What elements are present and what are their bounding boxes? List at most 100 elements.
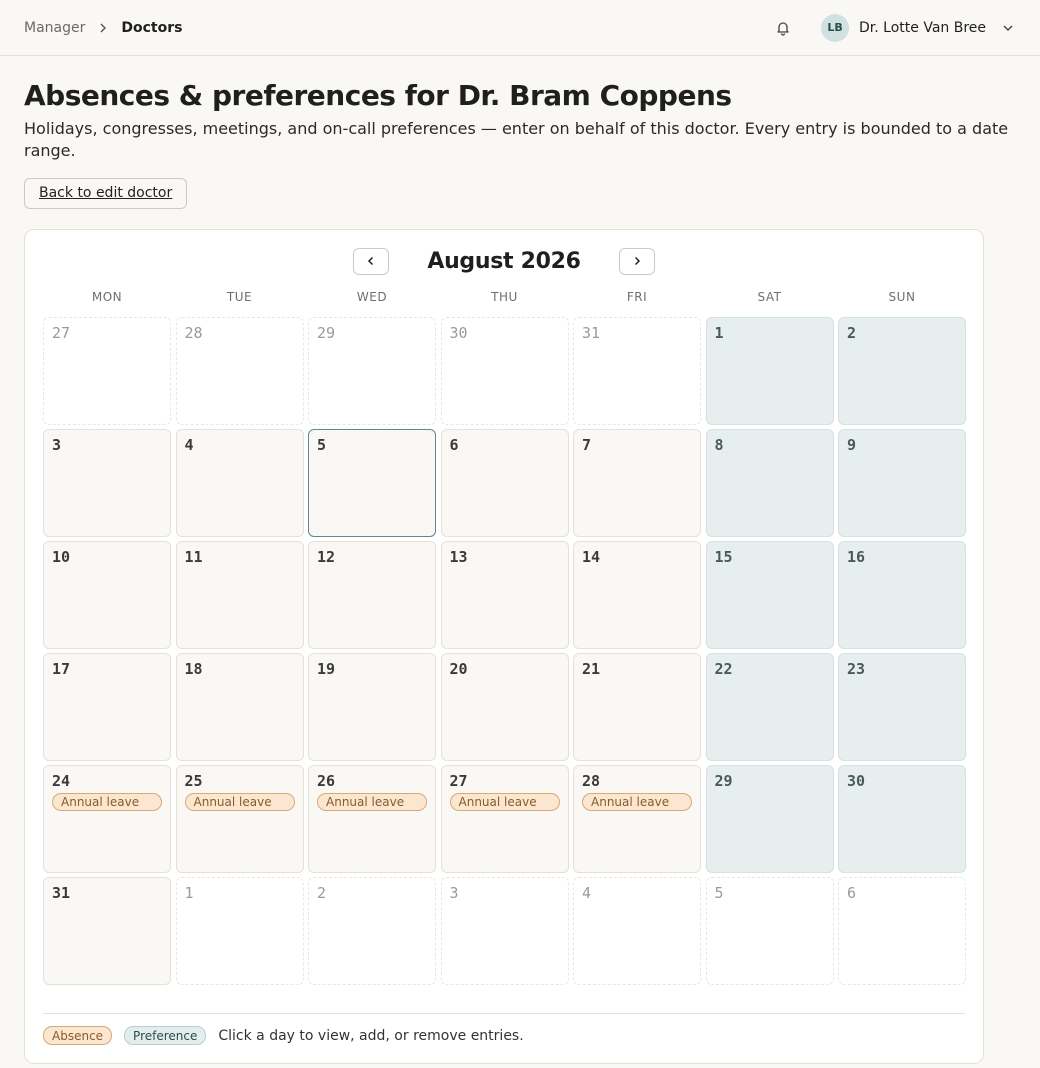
weekday-label: MON xyxy=(91,290,123,304)
calendar-day[interactable]: 28 xyxy=(175,317,304,425)
day-number: 12 xyxy=(317,548,336,566)
calendar-day[interactable]: 28 Annual leave xyxy=(573,765,701,873)
calendar-day[interactable]: 2 xyxy=(838,317,966,425)
chevron-down-icon[interactable] xyxy=(1000,20,1016,36)
legend-hint: Click a day to view, add, or remove entr… xyxy=(218,1027,524,1044)
calendar-day[interactable]: 31 xyxy=(43,877,171,985)
day-number: 1 xyxy=(714,324,724,342)
calendar-day[interactable]: 4 xyxy=(175,429,304,537)
calendar-day[interactable]: 1 xyxy=(705,317,834,425)
calendar-grid: 27 28 29 30 31 1 2 3 4 5 6 7 8 9 10 11 12 13 14 15 16 17 18 19 2… xyxy=(43,317,966,985)
calendar-day[interactable]: 5 xyxy=(705,877,834,985)
weekday-label: SUN xyxy=(888,290,916,304)
absence-entry-chip[interactable]: Annual leave xyxy=(317,793,427,811)
day-number: 31 xyxy=(52,884,71,902)
day-number: 21 xyxy=(582,660,601,678)
calendar-day[interactable]: 30 xyxy=(838,765,966,873)
day-number: 27 xyxy=(449,772,468,790)
top-bar: Manager Doctors LB Dr. Lotte Van Bree xyxy=(0,0,1040,56)
calendar-day[interactable]: 5 xyxy=(308,429,436,537)
day-number: 19 xyxy=(317,660,336,678)
weekday-label: SAT xyxy=(757,290,782,304)
chevron-right-icon xyxy=(97,22,109,34)
page-subtitle: Holidays, congresses, meetings, and on-c… xyxy=(24,119,1009,160)
absence-entry-chip[interactable]: Annual leave xyxy=(449,793,560,811)
day-number: 16 xyxy=(847,548,866,566)
calendar-day[interactable]: 4 xyxy=(573,877,701,985)
calendar-day[interactable]: 31 xyxy=(573,317,701,425)
user-name[interactable]: Dr. Lotte Van Bree xyxy=(859,20,986,36)
back-to-edit-doctor-button[interactable]: Back to edit doctor xyxy=(24,178,188,209)
day-number: 28 xyxy=(184,324,203,342)
calendar-day[interactable]: 6 xyxy=(440,429,569,537)
day-number: 1 xyxy=(184,884,194,902)
breadcrumb-current: Doctors xyxy=(121,19,183,36)
day-number: 10 xyxy=(52,548,71,566)
calendar-day[interactable]: 11 xyxy=(175,541,304,649)
day-number: 27 xyxy=(52,324,71,342)
calendar-day[interactable]: 30 xyxy=(440,317,569,425)
next-month-button[interactable] xyxy=(618,247,655,275)
day-number: 26 xyxy=(317,772,336,790)
day-number: 6 xyxy=(847,884,857,902)
day-number: 13 xyxy=(449,548,468,566)
calendar-day[interactable]: 16 xyxy=(838,541,966,649)
calendar-day[interactable]: 15 xyxy=(705,541,834,649)
absence-entry-chip[interactable]: Annual leave xyxy=(184,793,295,811)
day-number: 8 xyxy=(714,436,724,454)
calendar-day[interactable]: 12 xyxy=(308,541,436,649)
calendar-day[interactable]: 27 xyxy=(43,317,171,425)
chevron-left-icon xyxy=(368,256,374,266)
calendar-day[interactable]: 19 xyxy=(308,653,436,761)
day-number: 2 xyxy=(847,324,857,342)
day-number: 11 xyxy=(184,548,203,566)
weekday-label: WED xyxy=(356,290,388,304)
day-number: 14 xyxy=(582,548,601,566)
day-number: 17 xyxy=(52,660,71,678)
day-number: 31 xyxy=(582,324,601,342)
absence-entry-chip[interactable]: Annual leave xyxy=(582,793,692,811)
calendar-day[interactable]: 1 xyxy=(175,877,304,985)
calendar-day[interactable]: 24 Annual leave xyxy=(43,765,171,873)
legend-absence: Absence xyxy=(43,1026,113,1045)
calendar-day[interactable]: 17 xyxy=(43,653,171,761)
notifications-bell-icon[interactable] xyxy=(767,12,799,44)
calendar-day[interactable]: 29 xyxy=(705,765,834,873)
calendar-day[interactable]: 27 Annual leave xyxy=(440,765,569,873)
day-number: 30 xyxy=(847,772,866,790)
calendar-day[interactable]: 26 Annual leave xyxy=(308,765,436,873)
calendar-day[interactable]: 10 xyxy=(43,541,171,649)
calendar-day[interactable]: 29 xyxy=(308,317,436,425)
legend-preference: Preference xyxy=(124,1026,207,1045)
day-number: 23 xyxy=(847,660,866,678)
calendar-day[interactable]: 9 xyxy=(838,429,966,537)
calendar-day[interactable]: 13 xyxy=(440,541,569,649)
avatar[interactable]: LB xyxy=(821,13,850,42)
calendar-day[interactable]: 7 xyxy=(573,429,701,537)
calendar-day[interactable]: 20 xyxy=(440,653,569,761)
weekday-label: FRI xyxy=(626,290,648,304)
calendar-day[interactable]: 3 xyxy=(43,429,171,537)
breadcrumb: Manager Doctors xyxy=(24,20,182,36)
calendar-day[interactable]: 22 xyxy=(705,653,834,761)
previous-month-button[interactable] xyxy=(353,247,390,275)
calendar-day[interactable]: 21 xyxy=(573,653,701,761)
calendar-day[interactable]: 8 xyxy=(705,429,834,537)
weekday-header: MON TUE WED THU FRI SAT SUN xyxy=(43,290,965,304)
month-label: August 2026 xyxy=(427,248,581,274)
calendar-panel: August 2026 MON TUE WED THU FRI SAT SUN 27 28 29… xyxy=(24,229,984,1064)
calendar-day[interactable]: 6 xyxy=(838,877,966,985)
calendar-day[interactable]: 14 xyxy=(573,541,701,649)
calendar-day[interactable]: 2 xyxy=(308,877,436,985)
breadcrumb-manager-link[interactable]: Manager xyxy=(24,20,85,36)
calendar-day[interactable]: 23 xyxy=(838,653,966,761)
absence-entry-chip[interactable]: Annual leave xyxy=(52,793,162,811)
day-number: 5 xyxy=(317,436,327,454)
day-number: 9 xyxy=(847,436,857,454)
calendar-day[interactable]: 25 Annual leave xyxy=(175,765,304,873)
day-number: 30 xyxy=(449,324,468,342)
calendar-day[interactable]: 3 xyxy=(440,877,569,985)
calendar-day[interactable]: 18 xyxy=(175,653,304,761)
day-number: 22 xyxy=(714,660,733,678)
day-number: 29 xyxy=(317,324,336,342)
